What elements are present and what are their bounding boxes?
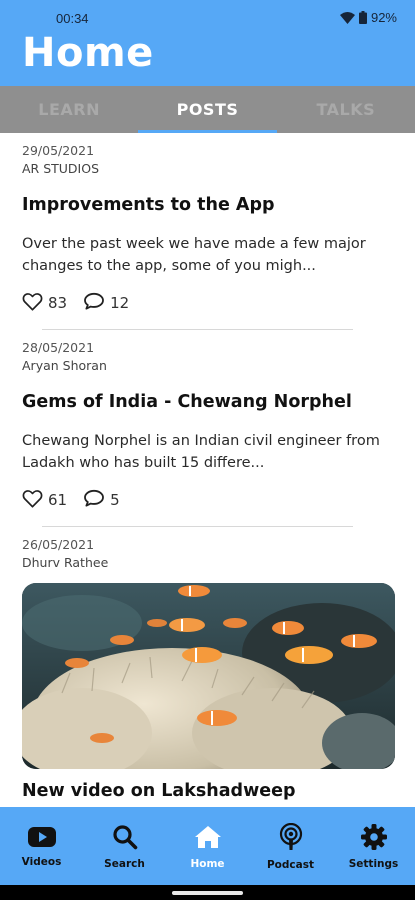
comment-icon xyxy=(83,489,105,511)
nav-settings[interactable]: Settings xyxy=(332,807,415,885)
nav-videos[interactable]: Videos xyxy=(0,807,83,885)
home-icon xyxy=(193,824,223,850)
post-actions: 61 5 xyxy=(22,478,393,514)
post-author: Dhurv Rathee xyxy=(22,555,109,570)
post-date: 28/05/2021 xyxy=(22,340,95,355)
post-author: Aryan Shoran xyxy=(22,358,107,373)
nav-label: Search xyxy=(104,858,145,870)
post-title[interactable]: Gems of India - Chewang Norphel xyxy=(22,384,393,426)
post-date: 26/05/2021 xyxy=(22,537,95,552)
status-icons: 92% xyxy=(339,10,397,25)
page-title: Home xyxy=(22,30,154,76)
post-date: 29/05/2021 xyxy=(22,143,95,158)
tab-talks[interactable]: TALKS xyxy=(277,86,415,133)
post-actions: 83 12 xyxy=(22,281,393,317)
comment-button[interactable]: 12 xyxy=(83,292,129,314)
podcast-icon xyxy=(279,823,303,851)
heart-icon xyxy=(22,292,43,315)
home-gesture-handle[interactable] xyxy=(172,891,243,895)
post-excerpt: Chewang Norphel is an Indian civil engin… xyxy=(22,433,380,471)
post-author: AR STUDIOS xyxy=(22,161,100,176)
tab-learn[interactable]: LEARN xyxy=(0,86,138,133)
like-count: 61 xyxy=(48,491,68,509)
search-icon xyxy=(112,824,138,850)
like-button[interactable]: 61 xyxy=(22,489,67,512)
wifi-icon xyxy=(339,11,355,24)
post-card[interactable]: 29/05/2021 AR STUDIOS Improvements to th… xyxy=(0,133,415,330)
like-button[interactable]: 83 xyxy=(22,292,67,315)
tab-posts[interactable]: POSTS xyxy=(138,86,277,133)
nav-label: Videos xyxy=(21,856,62,868)
comment-count: 12 xyxy=(110,294,130,312)
nav-label: Podcast xyxy=(266,859,314,871)
youtube-icon xyxy=(27,826,56,848)
like-count: 83 xyxy=(48,294,68,312)
battery-percent: 92% xyxy=(370,10,397,25)
nav-label: Settings xyxy=(348,858,399,870)
post-image[interactable] xyxy=(22,583,395,769)
comment-button[interactable]: 5 xyxy=(83,489,120,511)
battery-icon xyxy=(358,11,367,24)
app-header: 00:34 92% Home xyxy=(0,0,415,86)
comment-count: 5 xyxy=(110,491,120,509)
nav-search[interactable]: Search xyxy=(83,807,166,885)
posts-feed[interactable]: 29/05/2021 AR STUDIOS Improvements to th… xyxy=(0,133,415,807)
status-time: 00:34 xyxy=(56,11,89,26)
gesture-bar xyxy=(0,885,415,900)
nav-label: Home xyxy=(190,858,225,870)
post-card[interactable]: 28/05/2021 Aryan Shoran Gems of India - … xyxy=(0,330,415,527)
comment-icon xyxy=(83,292,105,314)
post-title[interactable]: Improvements to the App xyxy=(22,187,393,229)
gear-icon xyxy=(360,824,387,850)
nav-podcast[interactable]: Podcast xyxy=(249,807,332,885)
bottom-nav: Videos Search Home Podcast Settings xyxy=(0,807,415,885)
post-card[interactable]: 26/05/2021 Dhurv Rathee New video on Lak… xyxy=(0,527,415,807)
tab-bar: LEARN POSTS TALKS xyxy=(0,86,415,133)
nav-home[interactable]: Home xyxy=(166,807,249,885)
post-title[interactable]: New video on Lakshadweep xyxy=(22,769,393,807)
post-excerpt: Over the past week we have made a few ma… xyxy=(22,236,366,274)
heart-icon xyxy=(22,489,43,512)
